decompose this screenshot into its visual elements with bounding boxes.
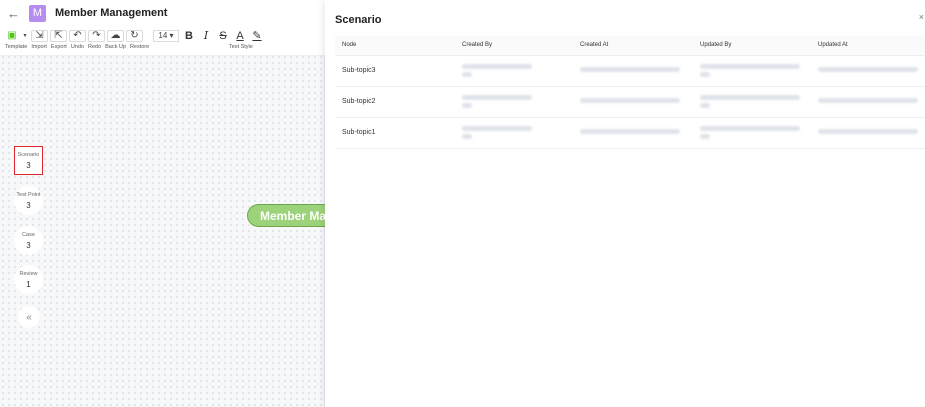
import-label[interactable]: Import [31,44,47,50]
template-icon[interactable]: ▣ [5,29,19,42]
redacted-cell [455,55,573,87]
close-icon[interactable]: × [919,12,924,22]
stat-review[interactable]: Review 1 [14,265,43,294]
stat-label: Scenario [17,151,40,158]
column-header-updated-at: Updated At [811,36,925,56]
column-header-updated-by: Updated By [693,36,811,56]
stat-value: 3 [26,240,31,250]
redacted-cell [573,55,693,87]
stat-value: 3 [26,160,31,170]
redacted-cell [811,55,925,87]
redacted-cell [693,86,811,118]
toolbar: ▣ ▾ ⇲ ⇱ ↶ ↷ ☁ ↻ 14 ▾ B I S A ✎ Template … [0,26,325,56]
backup-icon[interactable]: ☁ [107,29,124,42]
collapse-icon[interactable]: « [18,306,40,328]
redacted-cell [455,86,573,118]
stat-scenario[interactable]: Scenario 3 [14,146,43,175]
scenario-table: Node Created By Created At Updated By Up… [335,36,925,149]
stat-label: Case [22,231,35,238]
redacted-cell [811,86,925,118]
column-header-created-by: Created By [455,36,573,56]
table-header: Node Created By Created At Updated By Up… [335,36,925,56]
back-arrow-icon[interactable]: ← [7,6,21,21]
italic-button[interactable]: I [199,29,213,42]
drawer-title: Scenario [335,14,382,26]
scenario-drawer: Scenario × Node Created By Created At Up… [325,0,925,407]
export-label[interactable]: Export [51,44,67,50]
toolbar-labels: Template Import Export Undo Redo Back Up… [5,44,153,50]
stat-label: Review [19,270,38,277]
node-cell: Sub-topic3 [335,55,455,87]
header-bar: ← M Member Management [0,0,325,26]
restore-icon[interactable]: ↻ [126,29,143,42]
import-icon[interactable]: ⇲ [31,29,48,42]
stat-value: 1 [26,279,31,289]
mindmap-canvas[interactable]: ← M Member Management ▣ ▾ ⇲ ⇱ ↶ ↷ ☁ ↻ 14… [0,0,347,407]
table-row[interactable]: Sub-topic2 [335,86,925,118]
redo-label[interactable]: Redo [88,44,101,50]
export-icon[interactable]: ⇱ [50,29,67,42]
undo-icon[interactable]: ↶ [69,29,86,42]
stat-label: Test Point [16,191,41,198]
restore-label[interactable]: Restore [130,44,149,50]
table-row[interactable]: Sub-topic1 [335,117,925,149]
backup-label[interactable]: Back Up [105,44,126,50]
strikethrough-button[interactable]: S [216,30,230,42]
app-badge: M [29,4,46,22]
redacted-cell [573,117,693,149]
redacted-cell [811,117,925,149]
redacted-cell [693,117,811,149]
font-size-select[interactable]: 14 ▾ [153,29,179,42]
text-color-button[interactable]: A [233,30,247,42]
stat-test-point[interactable]: Test Point 3 [14,186,43,215]
redo-icon[interactable]: ↷ [88,29,105,42]
node-cell: Sub-topic2 [335,86,455,118]
undo-label[interactable]: Undo [71,44,84,50]
page-title: Member Management [55,7,168,19]
node-cell: Sub-topic1 [335,117,455,149]
bold-button[interactable]: B [182,30,196,42]
redacted-cell [573,86,693,118]
redacted-cell [455,117,573,149]
table-row[interactable]: Sub-topic3 [335,55,925,87]
highlight-button[interactable]: ✎ [250,29,264,42]
template-label[interactable]: Template [5,44,27,50]
stat-value: 3 [26,200,31,210]
column-header-node: Node [335,36,455,56]
text-style-label: Text Style [229,44,253,50]
stat-case[interactable]: Case 3 [14,226,43,255]
column-header-created-at: Created At [573,36,693,56]
redacted-cell [693,55,811,87]
chevron-down-icon[interactable]: ▾ [21,29,29,42]
